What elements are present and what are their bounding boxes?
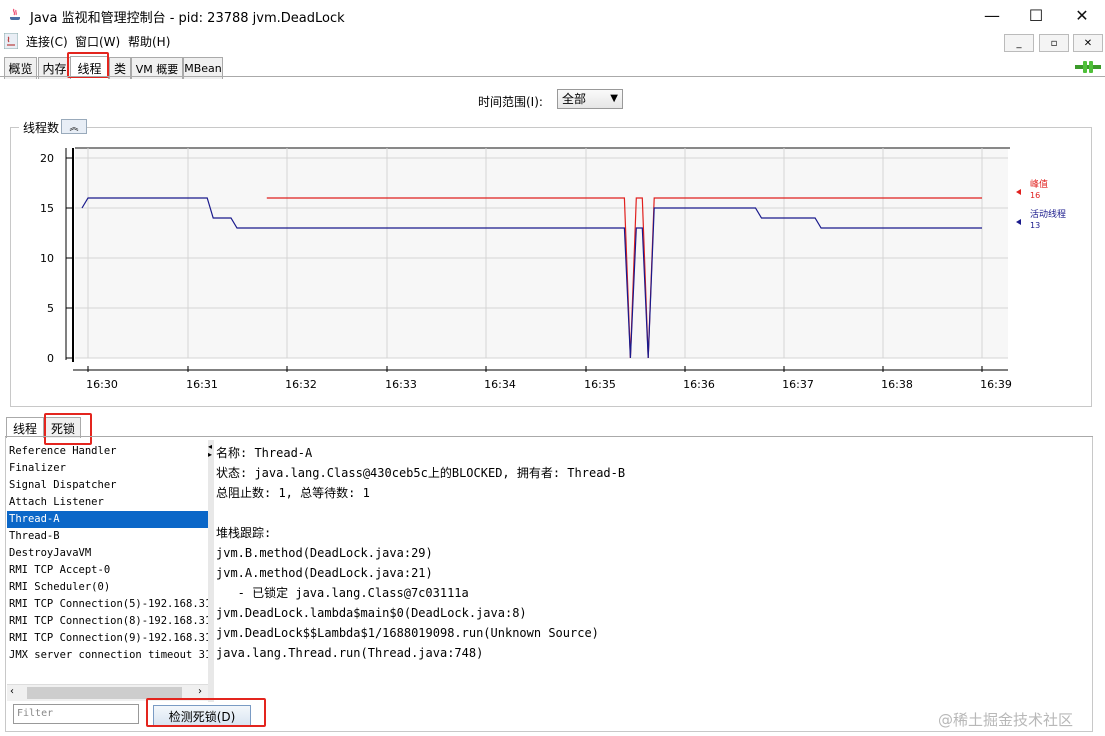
thread-list-item[interactable]: RMI TCP Connection(5)-192.168.31. [7, 596, 209, 613]
thread-list-item[interactable]: Reference Handler [7, 443, 209, 460]
detail-line: 状态: java.lang.Class@430ceb5c上的BLOCKED, 拥… [216, 466, 626, 480]
y-tick-label: 15 [40, 202, 54, 215]
thread-list-item[interactable]: RMI Scheduler(0) [7, 579, 209, 596]
scroll-right-icon[interactable]: › [198, 686, 202, 697]
legend-series-name: 峰值 [1030, 178, 1048, 190]
x-tick-label: 16:34 [484, 378, 516, 391]
x-tick-label: 16:32 [285, 378, 317, 391]
x-tick-label: 16:38 [881, 378, 913, 391]
x-tick-label: 16:35 [584, 378, 616, 391]
legend-series-name: 活动线程 [1030, 208, 1066, 220]
x-tick-label: 16:33 [385, 378, 417, 391]
split-pane-divider[interactable] [208, 440, 214, 702]
detail-line: java.lang.Thread.run(Thread.java:748) [216, 646, 484, 660]
detail-line: jvm.A.method(DeadLock.java:21) [216, 566, 433, 580]
detect-button-highlight [146, 698, 266, 727]
thread-list-item[interactable]: RMI TCP Connection(8)-192.168.31. [7, 613, 209, 630]
thread-list-item[interactable]: Thread-A [7, 511, 209, 528]
x-tick-label: 16:30 [86, 378, 118, 391]
thread-list-item[interactable]: RMI TCP Connection(9)-192.168.31. [7, 630, 209, 647]
watermark: @稀土掘金技术社区 [938, 711, 1074, 729]
legend-series-value: 13 [1030, 221, 1040, 230]
x-tick-label: 16:39 [980, 378, 1012, 391]
thread-detail: 名称: Thread-A 状态: java.lang.Class@430ceb5c… [216, 443, 1096, 698]
legend-marker-icon [1016, 189, 1021, 195]
y-tick-label: 5 [47, 302, 54, 315]
detail-line: 总阻止数: 1, 总等待数: 1 [216, 486, 370, 500]
thread-list-item[interactable]: Thread-B [7, 528, 209, 545]
thread-list-item[interactable]: Finalizer [7, 460, 209, 477]
legend-series-value: 16 [1030, 191, 1040, 200]
thread-list-item[interactable]: JMX server connection timeout 31 [7, 647, 209, 664]
detail-line: 堆栈跟踪: [216, 526, 272, 540]
detail-line: jvm.B.method(DeadLock.java:29) [216, 546, 433, 560]
detail-line: 名称: Thread-A [216, 446, 313, 460]
thread-list-item[interactable]: Attach Listener [7, 494, 209, 511]
thread-list-item[interactable]: Signal Dispatcher [7, 477, 209, 494]
thread-list[interactable]: Reference Handler Finalizer Signal Dispatc… [7, 443, 209, 683]
thread-count-chart: 20 15 10 5 0 16:30 16:31 16:32 16:33 16:34 16:35 16… [40, 147, 1066, 391]
plot-background [75, 148, 1008, 358]
scroll-left-icon[interactable]: ‹ [10, 686, 14, 697]
x-tick-label: 16:31 [186, 378, 218, 391]
legend-marker-icon [1016, 219, 1021, 225]
detail-line: - 已锁定 java.lang.Class@7c03111a [216, 586, 469, 600]
thread-list-item[interactable]: DestroyJavaVM [7, 545, 209, 562]
detail-line: jvm.DeadLock$$Lambda$1/1688019098.run(Un… [216, 626, 599, 640]
tab-thread-list[interactable]: 线程 [6, 417, 44, 438]
y-tick-label: 0 [47, 352, 54, 365]
splitter-arrows-icon[interactable]: ◂ ▸ [208, 443, 212, 459]
x-tick-label: 16:36 [683, 378, 715, 391]
detail-line: jvm.DeadLock.lambda$main$0(DeadLock.java… [216, 606, 527, 620]
thread-list-item[interactable]: RMI TCP Accept-0 [7, 562, 209, 579]
filter-input[interactable]: Filter [13, 704, 139, 724]
detail-line [216, 503, 1096, 523]
x-tick-label: 16:37 [782, 378, 814, 391]
y-tick-label: 20 [40, 152, 54, 165]
y-tick-label: 10 [40, 252, 54, 265]
